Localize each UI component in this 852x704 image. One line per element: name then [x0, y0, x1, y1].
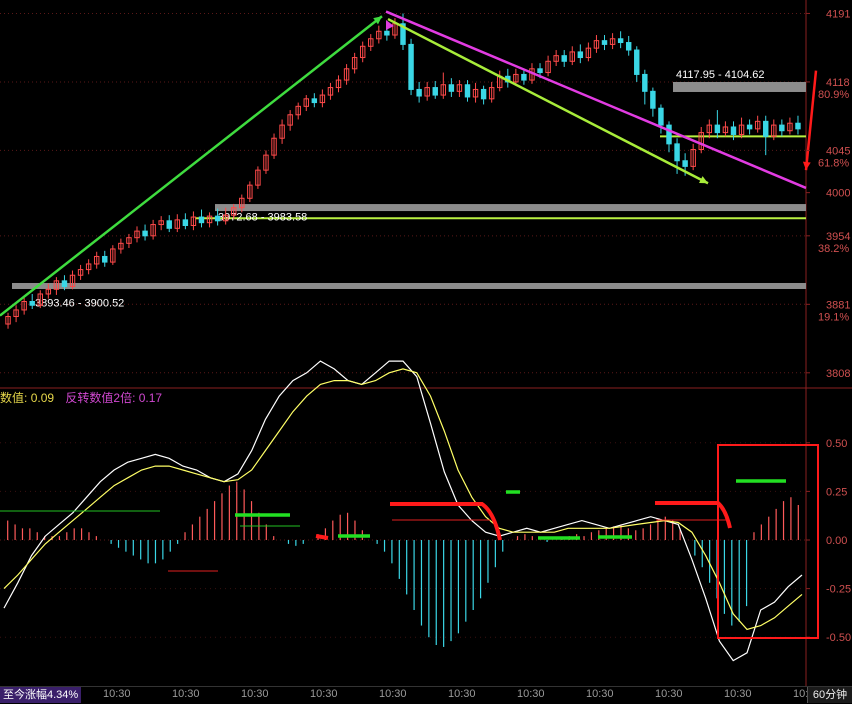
- chart-canvas[interactable]: 3893.46 - 3900.523972.68 - 3983.584117.9…: [0, 0, 852, 703]
- price-tick-label: 3881: [826, 299, 850, 311]
- candle-body: [561, 55, 567, 62]
- candle-body: [577, 51, 584, 59]
- candle-body: [763, 120, 769, 137]
- uptrend-arrow: [0, 15, 383, 317]
- change-since-badge[interactable]: 至今涨幅4.34%: [0, 687, 82, 703]
- indicator-name-2: 反转数值2倍:: [65, 391, 136, 405]
- candle-body: [537, 68, 543, 74]
- indicator-axis: 0.50 0.25 0.00 -0.25 -0.50: [806, 438, 851, 644]
- zone-label: 4117.95 - 4104.62: [676, 69, 764, 81]
- price-tick-label: 3954: [826, 231, 850, 243]
- candle-body: [142, 230, 148, 237]
- candle-body: [102, 255, 108, 263]
- candle-body: [198, 216, 205, 224]
- price-tick-label: 4191: [826, 8, 850, 20]
- candle-body: [29, 300, 35, 306]
- candle-body: [650, 90, 656, 109]
- fib-level-label: 38.2%: [818, 243, 849, 255]
- candle-body: [61, 280, 68, 287]
- candle-body: [311, 98, 318, 104]
- candle-body: [166, 220, 172, 229]
- indicator-value-2: 0.17: [138, 391, 163, 405]
- indicator-tick-label: -0.25: [826, 584, 851, 596]
- candle-body: [666, 124, 672, 145]
- time-tick-label: 10:30: [310, 688, 338, 700]
- candle-body: [464, 84, 471, 98]
- candle-body: [601, 40, 608, 45]
- candle-body: [795, 122, 801, 130]
- candle-body: [634, 49, 640, 75]
- time-tick-label: 10:30: [586, 688, 614, 700]
- highlight-box: [717, 444, 819, 639]
- candle-body: [182, 219, 189, 226]
- peak-warning-marker: [315, 534, 329, 540]
- candle-body: [416, 88, 422, 97]
- candle-body: [617, 38, 624, 44]
- candle-body: [658, 107, 664, 126]
- indicator-tick-label: 0.00: [826, 535, 847, 547]
- candlestick-series: [5, 13, 801, 329]
- candle-body: [384, 30, 390, 36]
- period-selector[interactable]: 60分钟: [807, 687, 852, 703]
- pullback-arrow: [387, 17, 709, 185]
- candle-body: [521, 73, 527, 81]
- candle-body: [448, 84, 455, 92]
- candle-body: [746, 124, 753, 130]
- support-resistance-zones: 3893.46 - 3900.523972.68 - 3983.584117.9…: [12, 69, 806, 310]
- indicator-tick-label: 0.50: [826, 438, 847, 450]
- candle-body: [642, 73, 648, 92]
- time-tick-label: 10:30: [172, 688, 200, 700]
- price-tick-label: 4045: [826, 145, 850, 157]
- indicator-value-1: 0.09: [30, 391, 55, 405]
- time-tick-label: 10:30: [103, 688, 131, 700]
- reversal-arrow: [804, 70, 818, 171]
- time-tick-label: 10:30: [379, 688, 407, 700]
- candle-body: [682, 160, 688, 167]
- zone-band: [215, 204, 806, 212]
- peak-warning-marker: [390, 502, 502, 541]
- zone-band: [12, 282, 806, 289]
- zone-label: 3893.46 - 3900.52: [35, 298, 124, 310]
- indicator-tick-label: -0.50: [826, 632, 851, 644]
- fib-level-label: 80.9%: [818, 89, 849, 101]
- dea-line: [3, 368, 803, 631]
- time-tick-label: 10:30: [517, 688, 545, 700]
- time-tick-label: 10:30: [724, 688, 752, 700]
- candle-body: [779, 124, 785, 132]
- candle-body: [408, 43, 414, 90]
- candle-body: [432, 87, 438, 96]
- price-tick-label: 4000: [826, 188, 850, 200]
- candle-body: [625, 42, 632, 51]
- indicator-name-1: 数值:: [0, 391, 28, 405]
- candle-body: [714, 124, 721, 134]
- candle-body: [214, 215, 221, 222]
- candle-body: [730, 126, 737, 135]
- candle-body: [674, 143, 680, 162]
- status-bar: 至今涨幅4.34% 10:30 10:30 10:30 10:30 10:30 10:30…: [0, 686, 852, 704]
- time-tick-label: 10:30: [448, 688, 476, 700]
- fib-level-label: 19.1%: [818, 312, 849, 324]
- zone-band: [673, 81, 806, 92]
- time-tick-label: 10:30: [655, 688, 683, 700]
- indicator-tick-label: 0.25: [826, 486, 847, 498]
- price-tick-label: 4118: [826, 77, 850, 89]
- price-tick-label: 3808: [826, 368, 850, 380]
- price-axis: 4191 4118 4045 4000 3954 3881 3808 80.9% 61.8% 38…: [806, 8, 850, 380]
- indicator-header: 数值: 0.09 反转数值2倍: 0.17: [0, 389, 162, 406]
- candle-body: [480, 88, 487, 100]
- fib-level-label: 61.8%: [818, 158, 849, 170]
- time-tick-label: 10:30: [241, 688, 269, 700]
